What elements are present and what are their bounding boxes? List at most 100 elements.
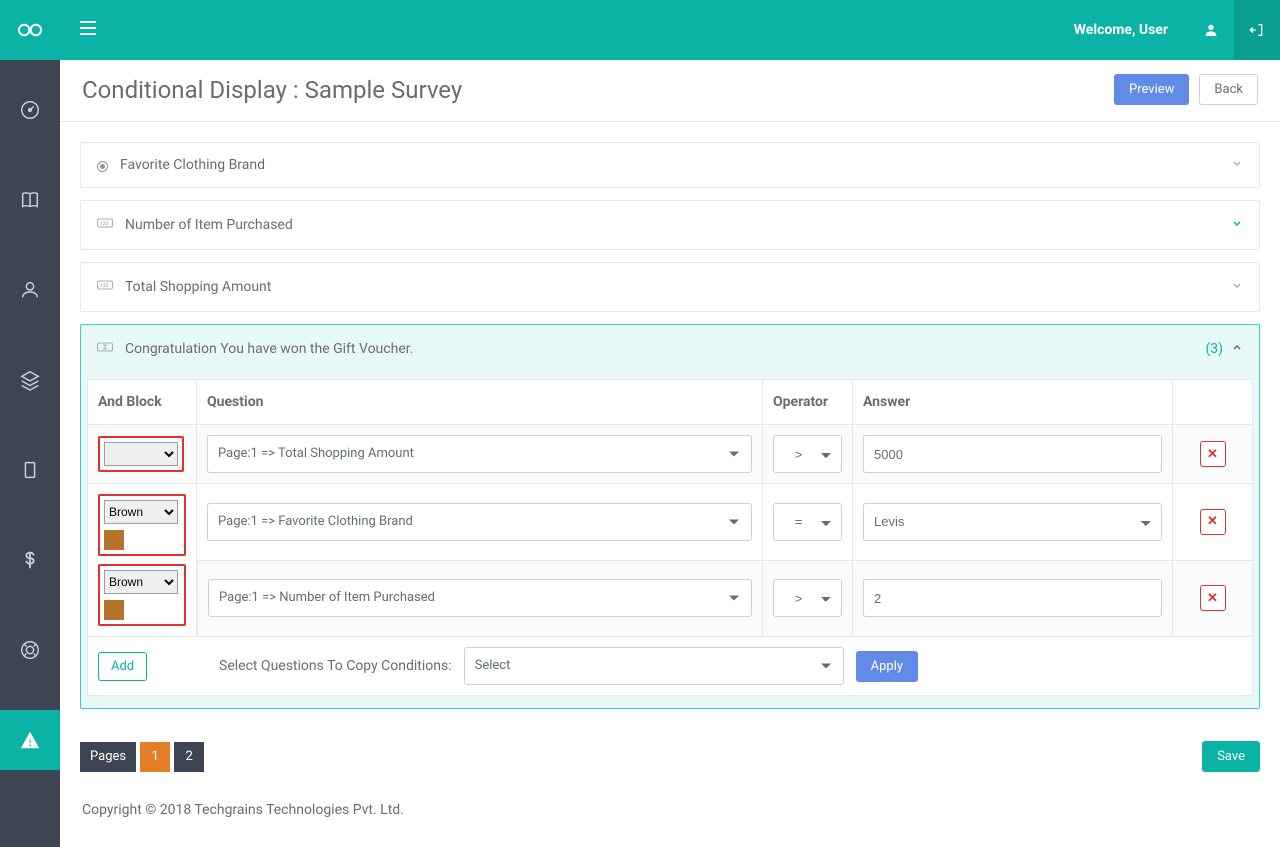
question-panel-header[interactable]: 123 Number of Item Purchased (81, 201, 1259, 249)
question-select[interactable]: Page:1 => Favorite Clothing Brand (207, 503, 752, 541)
logo-icon (16, 16, 44, 44)
nav-device[interactable] (0, 440, 60, 500)
and-block-color-swatch (104, 600, 124, 620)
user-icon (1203, 22, 1219, 38)
question-title: Congratulation You have won the Gift Vou… (125, 341, 1205, 357)
footer: Copyright © 2018 Techgrains Technologies… (60, 788, 1280, 840)
layers-icon (19, 369, 41, 391)
footer-text: Copyright © 2018 Techgrains Technologies… (82, 802, 404, 818)
operator-select[interactable]: > (773, 435, 842, 473)
apply-copy-button[interactable]: Apply (856, 651, 918, 682)
question-panel-brand: Favorite Clothing Brand (80, 142, 1260, 188)
hamburger-icon (80, 20, 96, 36)
question-select-value: Page:1 => Favorite Clothing Brand (218, 514, 413, 529)
add-condition-button[interactable]: Add (98, 652, 147, 681)
svg-text:123: 123 (100, 283, 108, 289)
close-icon: ✕ (1207, 591, 1218, 606)
nav-dashboard[interactable] (0, 80, 60, 140)
gauge-icon (19, 99, 41, 121)
close-icon: ✕ (1207, 447, 1218, 462)
question-select[interactable]: Page:1 => Total Shopping Amount (207, 435, 752, 473)
pager-label: Pages (80, 742, 136, 772)
and-block-select[interactable]: Brown (104, 570, 178, 594)
sidebar (0, 60, 60, 847)
menu-toggle-button[interactable] (60, 20, 116, 40)
back-button[interactable]: Back (1199, 74, 1258, 105)
nav-layers[interactable] (0, 350, 60, 410)
lifebuoy-icon (19, 639, 41, 661)
nav-alerts[interactable] (0, 710, 60, 770)
copy-conditions-label: Select Questions To Copy Conditions: (219, 658, 452, 674)
condition-row: Brown Brown (87, 484, 1253, 561)
svg-text:123: 123 (100, 221, 108, 227)
app-logo[interactable] (0, 0, 60, 60)
question-select-value: Page:1 => Number of Item Purchased (219, 590, 435, 605)
text-input-icon (97, 339, 113, 359)
and-block-select[interactable] (104, 442, 178, 466)
and-block-highlight (98, 436, 184, 472)
condition-row: Page:1 => Number of Item Purchased > (87, 561, 1253, 638)
nav-surveys[interactable] (0, 170, 60, 230)
condition-body: And Block Question Operator Answer (81, 373, 1259, 708)
question-panel-amount: 123 Total Shopping Amount (80, 262, 1260, 312)
profile-button[interactable] (1188, 0, 1234, 60)
th-delete (1173, 379, 1253, 425)
pager-page-2[interactable]: 2 (174, 742, 204, 772)
person-icon (19, 279, 41, 301)
preview-button[interactable]: Preview (1114, 74, 1189, 105)
copy-question-select[interactable]: Select (464, 647, 844, 685)
book-icon (19, 189, 41, 211)
question-panel-header[interactable]: Congratulation You have won the Gift Vou… (81, 325, 1259, 373)
welcome-text: Welcome, User (1054, 22, 1188, 38)
caret-down-icon (729, 596, 739, 601)
nav-billing[interactable] (0, 530, 60, 590)
warning-icon (19, 729, 41, 751)
delete-condition-button[interactable]: ✕ (1200, 441, 1226, 467)
number-input-icon: 123 (97, 277, 113, 297)
chevron-down-icon (1231, 217, 1243, 233)
dollar-icon (19, 549, 41, 571)
and-block-color-swatch (104, 530, 124, 550)
question-title: Number of Item Purchased (125, 217, 1231, 233)
pager-page-1[interactable]: 1 (140, 742, 170, 772)
copy-conditions-row: Add Select Questions To Copy Conditions:… (87, 637, 1253, 696)
delete-condition-button[interactable]: ✕ (1200, 509, 1226, 535)
condition-row: Page:1 => Total Shopping Amount > (87, 425, 1253, 484)
answer-select[interactable]: Levis (863, 503, 1162, 541)
and-block-highlight: Brown (98, 564, 186, 626)
question-title: Favorite Clothing Brand (120, 157, 1231, 173)
save-button[interactable]: Save (1202, 741, 1260, 772)
topbar: Welcome, User (0, 0, 1280, 60)
answer-input[interactable] (863, 435, 1162, 473)
caret-down-icon (821, 664, 831, 669)
caret-down-icon (729, 452, 739, 457)
and-block-highlight: Brown (98, 494, 186, 556)
th-question: Question (197, 379, 763, 425)
and-block-select[interactable]: Brown (104, 500, 178, 524)
nav-support[interactable] (0, 620, 60, 680)
pager: Pages 1 2 (80, 742, 208, 772)
operator-select[interactable]: > (773, 579, 842, 617)
condition-count: (3) (1205, 341, 1223, 357)
question-panel-header[interactable]: Favorite Clothing Brand (81, 143, 1259, 187)
chevron-up-icon (1231, 341, 1243, 357)
page-title: Conditional Display : Sample Survey (82, 76, 1104, 104)
nav-users[interactable] (0, 260, 60, 320)
operator-select[interactable]: = (773, 503, 842, 541)
th-operator: Operator (763, 379, 853, 425)
question-select[interactable]: Page:1 => Number of Item Purchased (208, 579, 752, 617)
logout-button[interactable] (1234, 0, 1280, 60)
question-panel-gift: Congratulation You have won the Gift Vou… (80, 324, 1260, 709)
answer-input[interactable] (863, 579, 1162, 617)
th-answer: Answer (853, 379, 1173, 425)
question-panel-header[interactable]: 123 Total Shopping Amount (81, 263, 1259, 311)
close-icon: ✕ (1207, 514, 1218, 529)
main-content: Conditional Display : Sample Survey Prev… (60, 60, 1280, 847)
delete-condition-button[interactable]: ✕ (1200, 585, 1226, 611)
chevron-down-icon (1231, 279, 1243, 295)
question-select-value: Page:1 => Total Shopping Amount (218, 446, 414, 461)
pager-row: Pages 1 2 Save (60, 741, 1280, 788)
radio-icon (97, 157, 108, 173)
th-and-block: And Block (87, 379, 197, 425)
question-panel-items: 123 Number of Item Purchased (80, 200, 1260, 250)
